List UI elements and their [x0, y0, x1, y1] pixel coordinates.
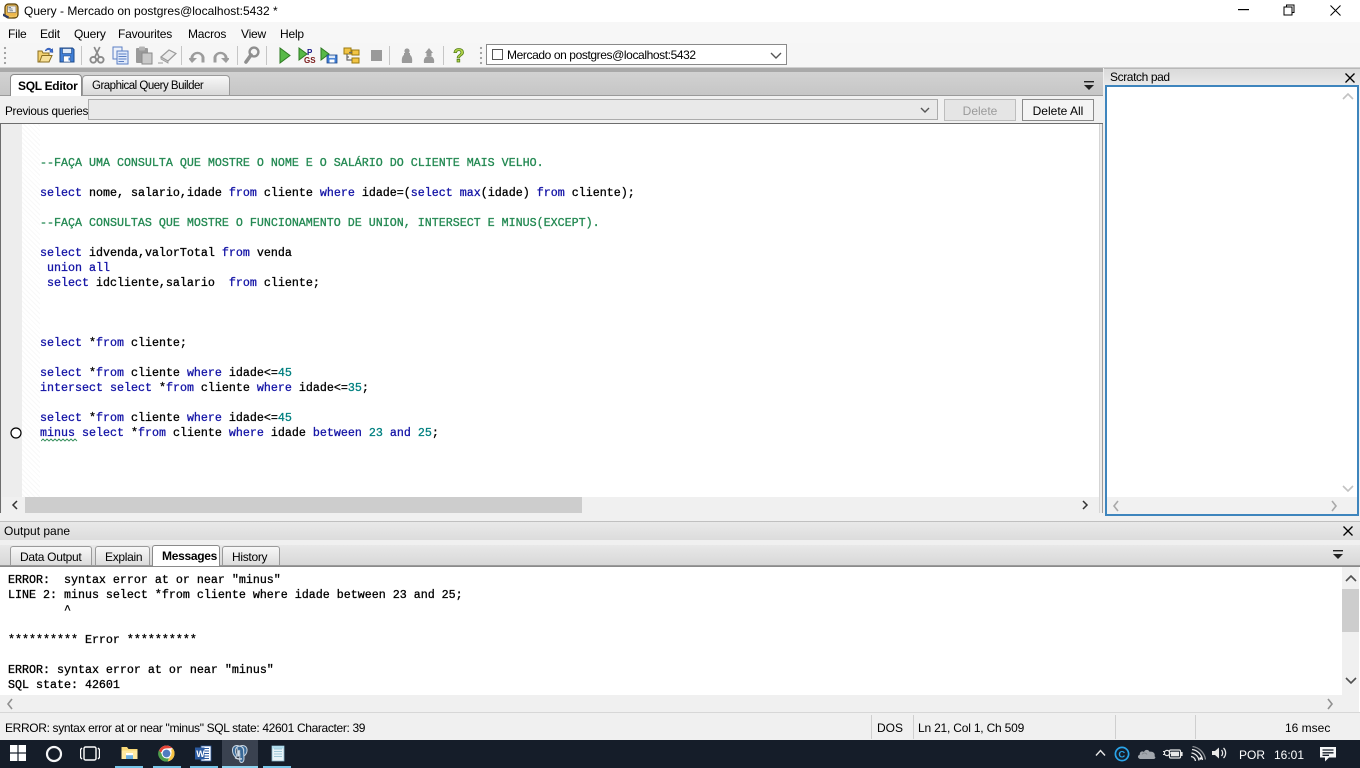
svg-text:GS: GS — [304, 56, 316, 64]
svg-text:?: ? — [453, 46, 465, 65]
svg-text:W: W — [196, 749, 205, 759]
svg-text:C: C — [1118, 750, 1125, 761]
